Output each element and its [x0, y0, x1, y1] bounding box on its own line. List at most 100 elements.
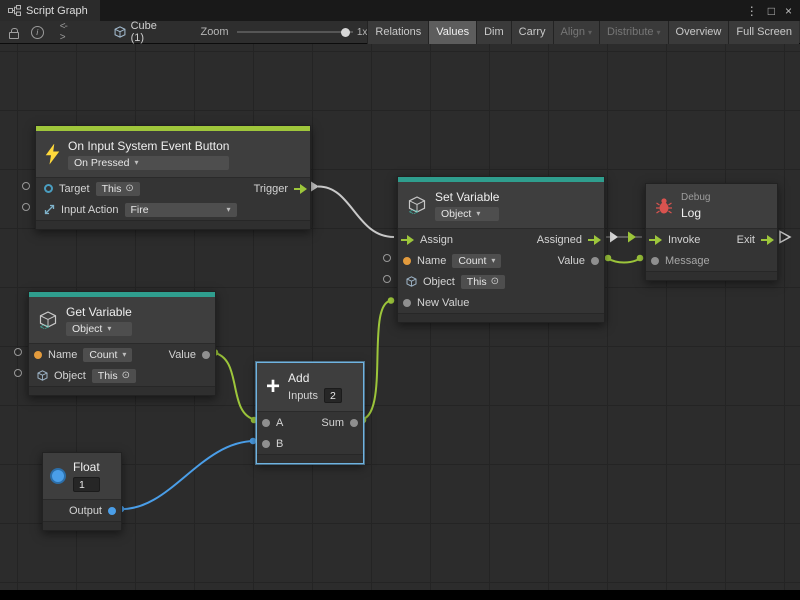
zoom-label: Zoom	[200, 26, 228, 38]
a-row: A Sum	[257, 412, 363, 433]
float-icon	[50, 468, 66, 484]
value-port[interactable]	[262, 440, 270, 448]
exit-label: Exit	[737, 234, 755, 246]
zoom-slider[interactable]	[237, 25, 353, 39]
unconnected-port[interactable]	[22, 203, 30, 211]
flow-port-assign[interactable]	[401, 235, 414, 245]
invoke-row: Invoke Exit	[646, 229, 777, 250]
unconnected-port[interactable]	[14, 348, 22, 356]
maximize-icon[interactable]: □	[768, 4, 775, 18]
node-footer	[257, 454, 363, 463]
fit-icon[interactable]: <->	[60, 21, 72, 43]
value-port[interactable]	[651, 257, 659, 265]
overview-button[interactable]: Overview	[668, 21, 729, 44]
name-row: Name Count ▾ Value	[29, 344, 215, 365]
trigger-label: Trigger	[254, 183, 288, 195]
variable-scope-dropdown[interactable]: Object ▾	[66, 322, 132, 336]
node-add[interactable]: + Add Inputs 2 A Sum B	[256, 362, 364, 464]
close-icon[interactable]: ×	[785, 4, 792, 18]
node-footer	[398, 313, 604, 322]
float-value-field[interactable]: 1	[73, 477, 100, 492]
float-output-port[interactable]	[108, 507, 116, 515]
invoke-label: Invoke	[668, 234, 700, 246]
value-port[interactable]	[591, 257, 599, 265]
flow-port-assigned[interactable]	[588, 235, 601, 245]
event-mode-dropdown[interactable]: On Pressed ▾	[68, 156, 229, 170]
dim-button[interactable]: Dim	[476, 21, 511, 44]
unconnected-port[interactable]	[383, 275, 391, 283]
new-value-row: New Value	[398, 292, 604, 313]
unconnected-port[interactable]	[22, 182, 30, 190]
node-category: Debug	[681, 192, 710, 203]
node-float[interactable]: Float 1 Output	[42, 452, 122, 531]
value-port[interactable]	[202, 351, 210, 359]
zoom-slider-track[interactable]	[237, 31, 353, 33]
zoom-value: 1x	[357, 27, 368, 38]
cube-icon	[406, 276, 417, 287]
node-on-input-event[interactable]: On Input System Event Button On Pressed …	[35, 125, 311, 230]
align-button[interactable]: Align▾	[553, 21, 599, 44]
node-set-variable[interactable]: <> Set Variable Object ▾ Assign Assigned…	[397, 176, 605, 323]
chevron-down-icon: ▾	[657, 28, 661, 37]
value-port[interactable]	[350, 419, 358, 427]
variable-name-dropdown[interactable]: Count ▾	[452, 254, 501, 268]
object-row: Object This ⊙	[398, 271, 604, 292]
menu-icon[interactable]: ⋮	[746, 4, 758, 18]
message-row: Message	[646, 250, 777, 271]
output-label: Output	[69, 505, 102, 517]
string-port[interactable]	[403, 257, 411, 265]
inputs-count-field[interactable]: 2	[324, 388, 342, 403]
value-port[interactable]	[403, 299, 411, 307]
node-footer	[43, 521, 121, 530]
tab-label: Script Graph	[26, 5, 88, 17]
variable-scope-dropdown[interactable]: Object ▾	[435, 207, 499, 221]
toolbar-buttons: Relations Values Dim Carry Align▾ Distri…	[367, 21, 800, 44]
chevron-down-icon: ▾	[226, 205, 230, 214]
value-port[interactable]	[262, 419, 270, 427]
message-label: Message	[665, 255, 710, 267]
relations-button[interactable]: Relations	[367, 21, 428, 44]
node-get-variable[interactable]: <> Get Variable Object ▾ Name Count ▾ Va…	[28, 291, 216, 396]
target-this-chip[interactable]: This ⊙	[96, 182, 140, 196]
flow-port-trigger[interactable]	[294, 184, 307, 194]
value-label: Value	[169, 349, 196, 361]
gameobject-icon	[44, 184, 53, 193]
node-title: Float	[73, 460, 100, 474]
lock-icon[interactable]	[9, 32, 19, 39]
new-value-label: New Value	[417, 297, 469, 309]
input-action-dropdown[interactable]: Fire ▾	[125, 203, 237, 217]
script-graph-icon	[8, 5, 21, 16]
zoom-slider-handle[interactable]	[341, 28, 350, 37]
string-port[interactable]	[34, 351, 42, 359]
tab-script-graph[interactable]: Script Graph	[0, 0, 100, 21]
object-this-chip[interactable]: This ⊙	[92, 369, 136, 383]
target-row: Target This ⊙ Trigger	[36, 178, 310, 199]
svg-text:<>: <>	[409, 207, 419, 215]
graph-object[interactable]: Cube (1)	[114, 20, 173, 44]
svg-text:<>: <>	[40, 322, 50, 330]
carry-button[interactable]: Carry	[511, 21, 553, 44]
full-screen-button[interactable]: Full Screen	[728, 21, 799, 44]
b-row: B	[257, 433, 363, 454]
chevron-down-icon: ▾	[122, 350, 126, 359]
flow-port-invoke[interactable]	[649, 235, 662, 245]
variable-name-dropdown[interactable]: Count ▾	[83, 348, 132, 362]
unconnected-port[interactable]	[14, 369, 22, 377]
values-button[interactable]: Values	[428, 21, 476, 44]
variable-icon: <>	[38, 311, 58, 330]
object-label: Object	[54, 370, 86, 382]
chevron-down-icon: ▾	[476, 209, 480, 218]
window-controls: ⋮ □ ×	[746, 4, 800, 18]
variable-icon: <>	[407, 196, 427, 215]
node-title: On Input System Event Button	[68, 139, 229, 153]
bug-icon	[655, 197, 673, 215]
object-this-chip[interactable]: This ⊙	[461, 275, 505, 289]
info-icon[interactable]: i	[31, 26, 44, 39]
flow-port-exit[interactable]	[761, 235, 774, 245]
assign-label: Assign	[420, 234, 453, 246]
unconnected-port[interactable]	[383, 254, 391, 262]
target-icon: ⊙	[122, 370, 130, 381]
node-debug-log[interactable]: Debug Log Invoke Exit Message	[645, 183, 778, 281]
distribute-button[interactable]: Distribute▾	[599, 21, 667, 44]
name-label: Name	[48, 349, 77, 361]
